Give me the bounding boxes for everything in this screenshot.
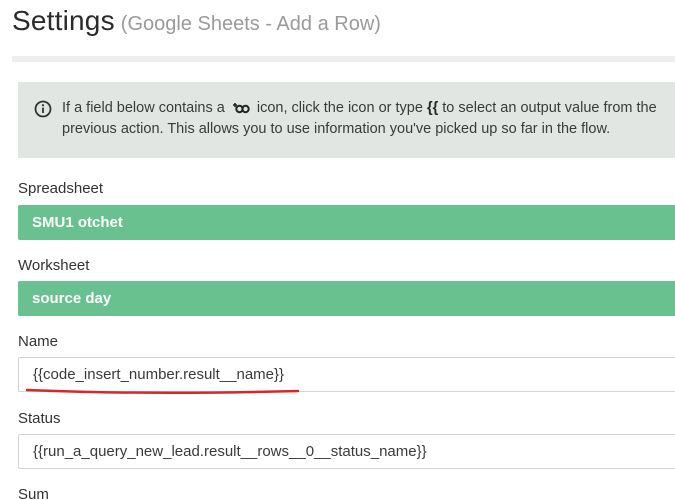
info-icon — [34, 100, 52, 118]
info-notice: If a field below contains a icon, click … — [18, 82, 675, 158]
red-underline-annotation — [26, 388, 300, 395]
page-subtitle: (Google Sheets - Add a Row) — [120, 13, 381, 35]
worksheet-label: Worksheet — [18, 257, 90, 274]
info-text-middle: icon, click the icon or type — [256, 100, 423, 116]
header-divider — [12, 56, 675, 62]
name-input-value: {{code_insert_number.result__name}} — [33, 366, 285, 383]
page-header: Settings (Google Sheets - Add a Row) — [12, 5, 381, 45]
info-text-line2: previous action. This allows you to use … — [62, 121, 611, 137]
spreadsheet-value: SMU1 otchet — [32, 214, 123, 231]
spreadsheet-select[interactable]: SMU1 otchet — [18, 205, 675, 240]
info-text-after: to select an output value from the — [442, 100, 657, 116]
status-input[interactable]: {{run_a_query_new_lead.result__rows__0__… — [18, 434, 675, 469]
page-title: Settings — [12, 5, 115, 36]
worksheet-select[interactable]: source day — [18, 281, 675, 316]
spreadsheet-label: Spreadsheet — [18, 180, 104, 197]
info-braces: {{ — [426, 100, 439, 116]
worksheet-value: source day — [32, 290, 112, 307]
link-icon — [232, 103, 250, 114]
info-text: If a field below contains a icon, click … — [62, 98, 675, 140]
name-label: Name — [18, 333, 59, 350]
status-label: Status — [18, 410, 61, 427]
sum-label: Sum — [18, 486, 49, 500]
info-text-before: If a field below contains a — [62, 100, 225, 116]
status-input-value: {{run_a_query_new_lead.result__rows__0__… — [33, 443, 427, 460]
settings-page: Settings (Google Sheets - Add a Row) If a… — [0, 0, 675, 500]
